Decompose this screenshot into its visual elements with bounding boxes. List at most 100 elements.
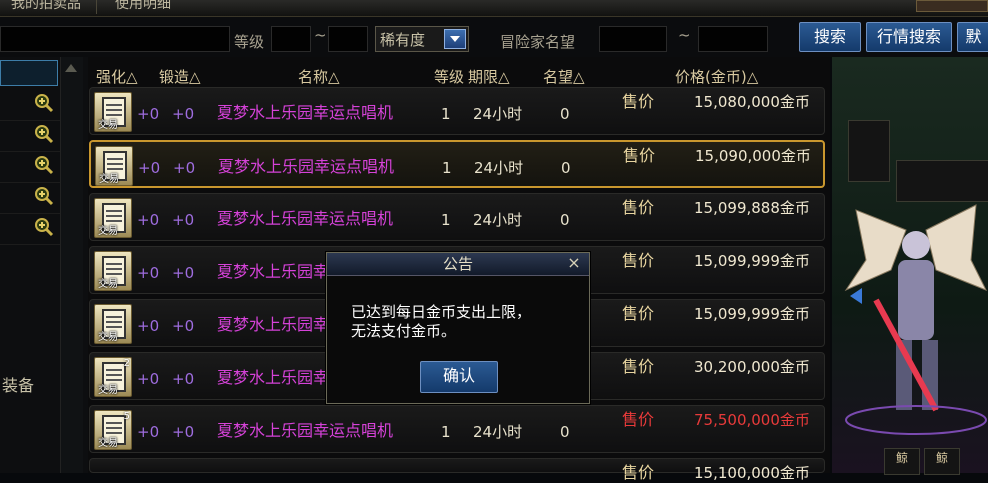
price-value: 15,080,000金币 [694,93,810,111]
tab-usage-details[interactable]: 使用明细 [96,0,189,14]
dialog-message: 已达到每日金币支出上限， 无法支付金币。 [351,303,531,341]
item-name[interactable]: 夏梦水上乐园幸运点唱机 [217,421,393,441]
col-forge[interactable]: 锻造△ [159,66,201,87]
table-row[interactable]: 交易 +0 +0 夏梦水上乐园幸运点唱机 1 24小时 0 售价 15,090,000金币 [89,140,825,188]
chevron-down-icon [444,29,466,49]
item-icon[interactable]: 交易 2 [94,357,132,397]
period-value: 24小时 [473,423,523,441]
forge-value: +0 [173,159,196,177]
category-scrollbar[interactable] [60,57,83,473]
forge-value: +0 [172,105,195,123]
notice-dialog: 公告 × 已达到每日金币支出上限， 无法支付金币。 确认 [326,252,590,404]
trade-tag: 交易 [98,279,118,290]
col-period[interactable]: 期限△ [468,66,510,87]
preview-slot[interactable]: 鲸 [924,448,960,475]
zoom-icon[interactable] [34,186,54,206]
table-row[interactable]: 售价 15,100,000金币 [89,458,825,482]
sell-price-label: 售价 [622,410,655,429]
level-min-input[interactable] [271,26,311,52]
period-value: 24小时 [473,211,523,229]
arrow-left-icon[interactable] [850,288,862,304]
period-value: 24小时 [473,105,523,123]
category-equipment-label[interactable]: 装备 [2,372,34,396]
enhance-value: +0 [137,317,160,335]
col-name[interactable]: 名称△ [298,66,340,87]
item-icon[interactable]: 交易 [94,251,132,291]
rarity-select-label: 稀有度 [380,31,426,49]
level-value: 1 [442,159,452,177]
forge-value: +0 [172,211,195,229]
level-max-input[interactable] [328,26,368,52]
confirm-button[interactable]: 确认 [420,361,498,393]
enhance-value: +0 [137,211,160,229]
category-selected[interactable] [0,60,58,86]
enhance-value: +0 [137,105,160,123]
period-value: 24小时 [474,159,524,177]
price-value: 30,200,000金币 [694,358,810,376]
table-row[interactable]: 交易 5 +0 +0 夏梦水上乐园幸运点唱机 1 24小时 0 售价 75,500,000金币 [89,405,825,453]
table-row[interactable]: 交易 +0 +0 夏梦水上乐园幸运点唱机 1 24小时 0 售价 15,099,888金币 [89,193,825,241]
sell-price-label: 售价 [622,463,655,482]
item-quantity: 5 [123,411,130,422]
level-label: 等级 [234,33,265,51]
item-name[interactable]: 夏梦水上乐园幸运点唱机 [217,103,393,123]
extra-button[interactable]: 默 [957,22,988,52]
zoom-icon[interactable] [34,93,54,113]
trade-tag: 交易 [98,438,118,449]
corner-button[interactable] [916,0,988,12]
rarity-select[interactable]: 稀有度 [375,26,469,52]
trade-tag: 交易 [98,385,118,396]
fame-min-input[interactable] [599,26,667,52]
price-value: 15,099,999金币 [694,252,810,270]
item-icon[interactable]: 交易 [94,92,132,132]
fame-value: 0 [560,211,570,229]
preview-slot[interactable]: 鲸 [884,448,920,475]
price-value: 15,099,999金币 [694,305,810,323]
item-icon[interactable]: 交易 [94,304,132,344]
zoom-icon[interactable] [34,155,54,175]
col-fame[interactable]: 名望△ [543,66,585,87]
market-search-button[interactable]: 行情搜索 [866,22,952,52]
sell-price-label: 售价 [622,357,655,376]
price-value: 15,090,000金币 [695,147,811,165]
enhance-value: +0 [138,159,161,177]
item-icon[interactable]: 交易 [95,146,133,186]
trade-tag: 交易 [99,174,119,185]
fame-tilde: ~ [678,26,691,44]
zoom-icon[interactable] [34,124,54,144]
forge-value: +0 [172,264,195,282]
price-value: 15,100,000金币 [694,464,810,482]
item-name-input[interactable] [0,26,230,52]
fame-max-input[interactable] [698,26,768,52]
fame-value: 0 [560,423,570,441]
sell-price-label: 售价 [623,146,656,165]
col-enhance[interactable]: 强化△ [96,66,138,87]
fame-value: 0 [560,105,570,123]
table-row[interactable]: 交易 +0 +0 夏梦水上乐园幸运点唱机 1 24小时 0 售价 15,080,000金币 [89,87,825,135]
level-value: 1 [441,423,451,441]
col-level[interactable]: 等级 [434,66,464,87]
sell-price-label: 售价 [622,304,655,323]
enhance-value: +0 [137,264,160,282]
forge-value: +0 [172,423,195,441]
sell-price-label: 售价 [622,92,655,111]
col-price[interactable]: 价格(金币)△ [675,66,758,87]
trade-tag: 交易 [98,332,118,343]
item-icon[interactable]: 交易 5 [94,410,132,450]
fame-value: 0 [561,159,571,177]
search-button[interactable]: 搜索 [799,22,861,52]
tab-my-auctions[interactable]: 我的拍卖品 [0,0,92,14]
price-value: 15,099,888金币 [694,199,810,217]
sell-price-label: 售价 [622,251,655,270]
trade-tag: 交易 [98,120,118,131]
close-icon[interactable]: × [565,254,583,272]
forge-value: +0 [172,370,195,388]
zoom-icon[interactable] [34,217,54,237]
item-icon[interactable]: 交易 [94,198,132,238]
trade-tag: 交易 [98,226,118,237]
item-name[interactable]: 夏梦水上乐园幸运点唱机 [217,209,393,229]
sell-price-label: 售价 [622,198,655,217]
item-name[interactable]: 夏梦水上乐园幸运点唱机 [218,157,394,177]
scroll-up-icon[interactable] [64,62,78,74]
item-quantity: 2 [123,358,130,369]
